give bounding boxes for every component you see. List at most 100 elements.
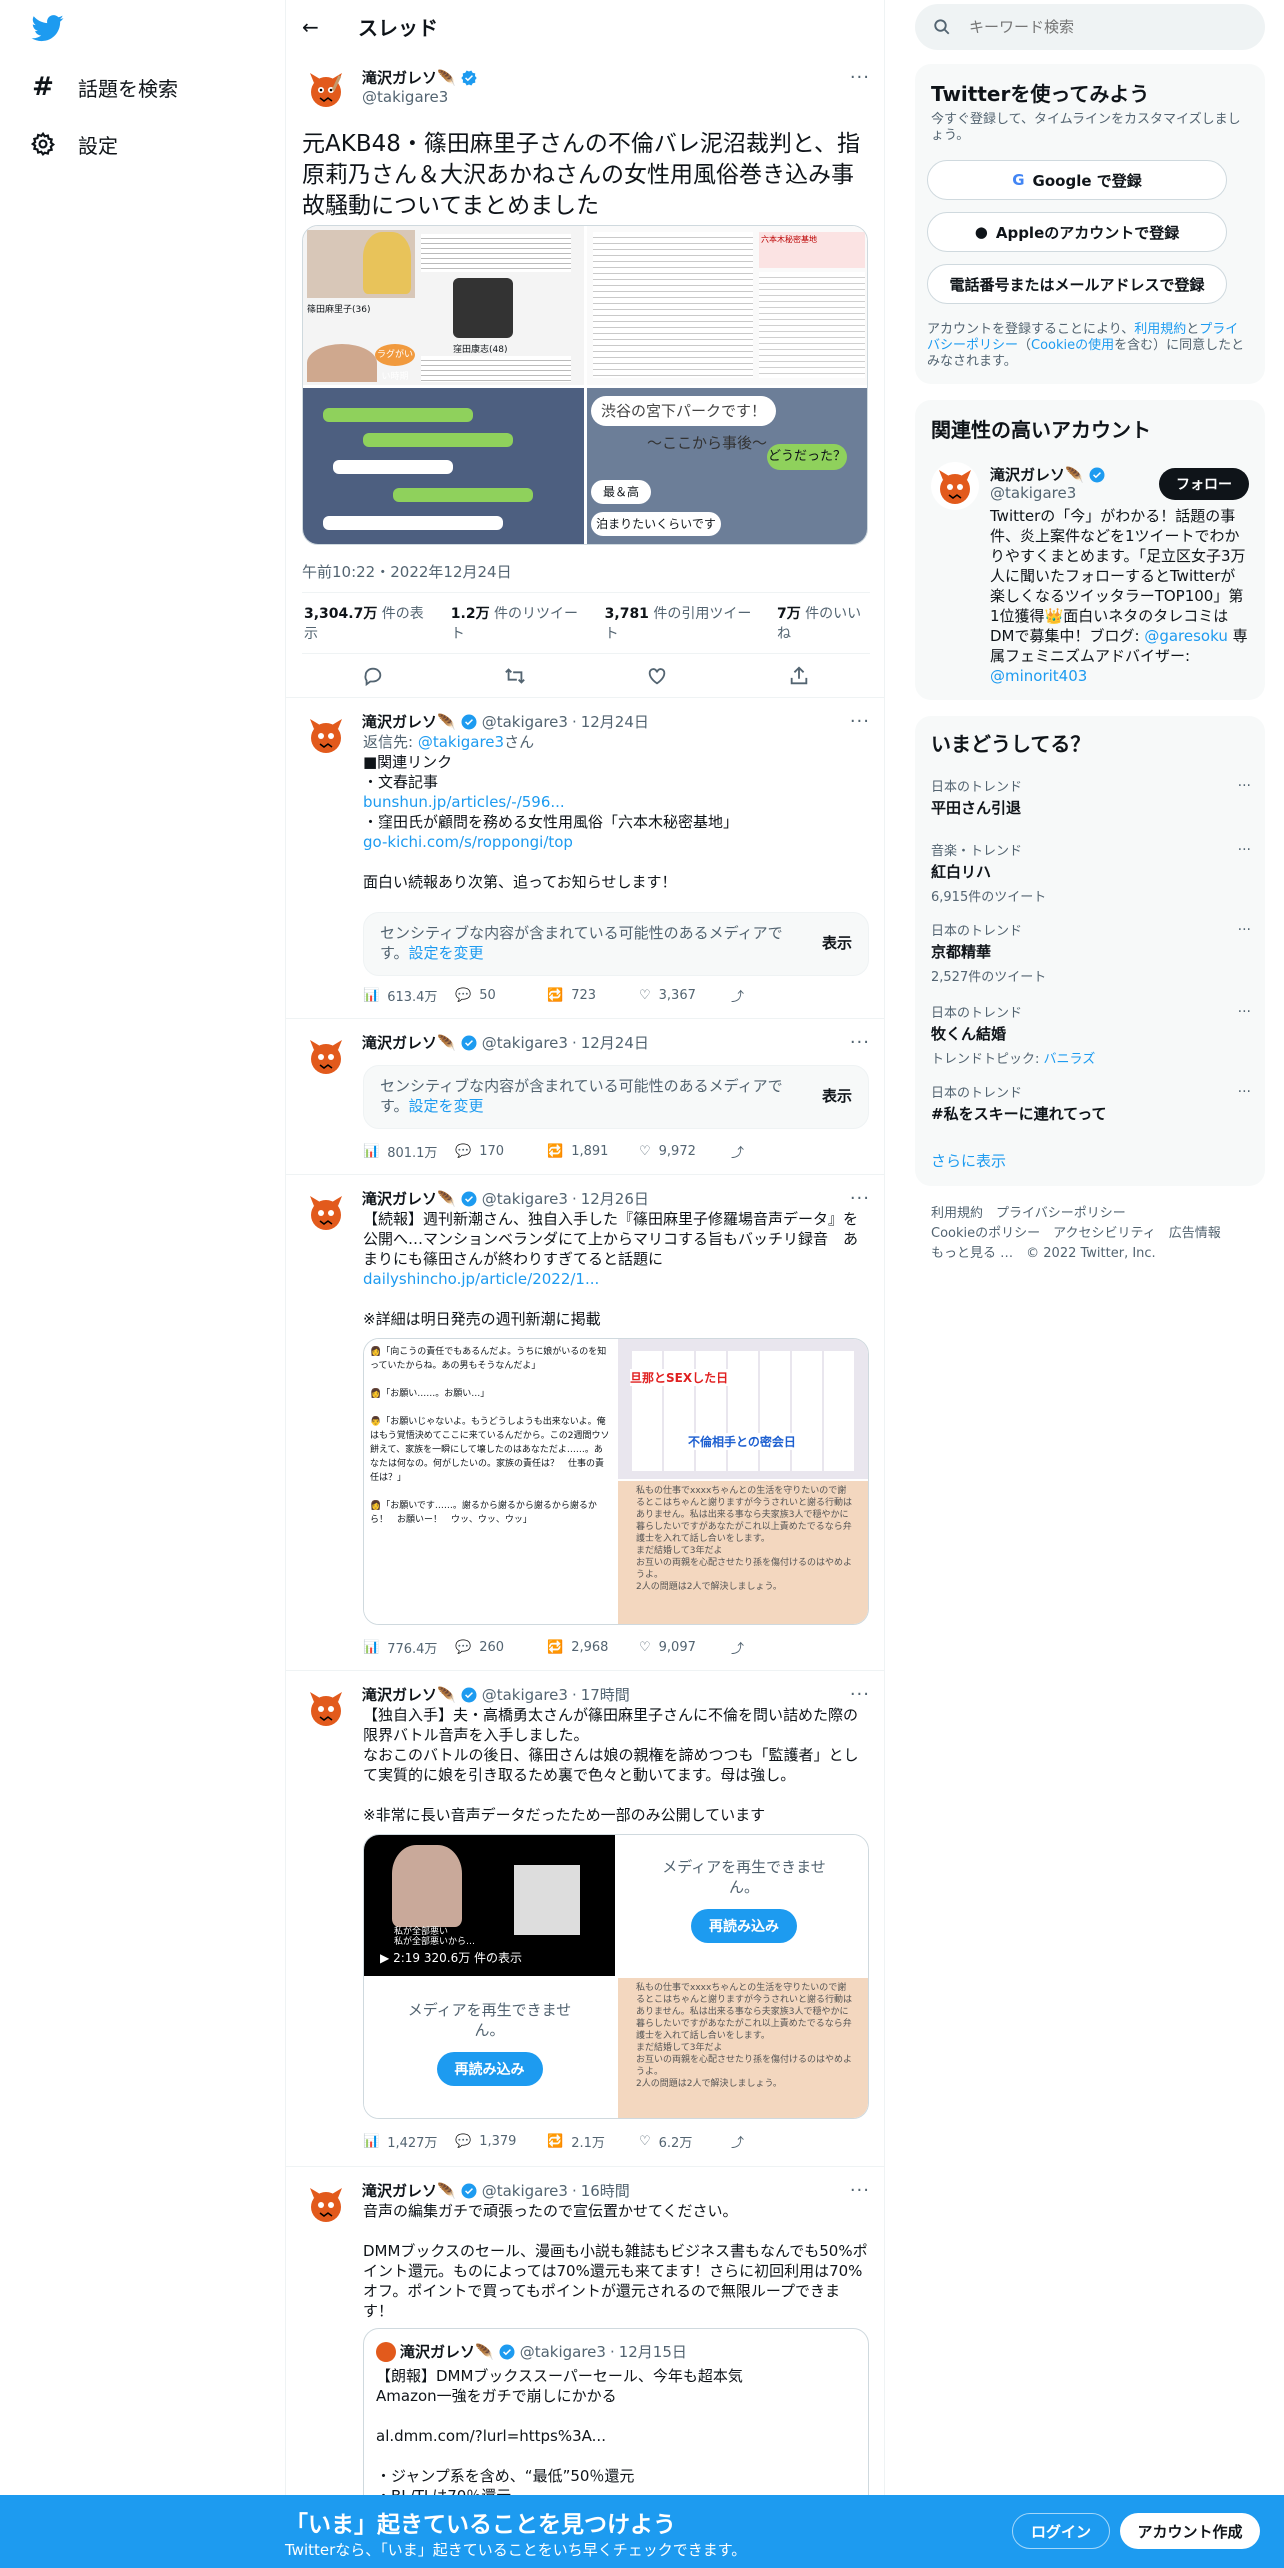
retweet-icon[interactable]: [504, 665, 526, 687]
nav-settings[interactable]: 設定: [30, 122, 118, 166]
views-stat[interactable]: 📊 801.1万: [363, 1142, 455, 1161]
twitter-bird-icon[interactable]: [30, 12, 66, 44]
reply-button[interactable]: 💬 1,379: [455, 2134, 547, 2149]
share-button[interactable]: ⤴: [731, 1638, 823, 1657]
follow-button[interactable]: フォロー: [1159, 468, 1249, 500]
more-options-icon[interactable]: ···: [850, 67, 870, 88]
reply-name-line[interactable]: 滝沢ガレソ🪶 @takigare3 · 16時間: [362, 2180, 630, 2201]
stat-views[interactable]: 3,304.7万 件の表示: [304, 603, 431, 643]
change-settings-link[interactable]: 設定を変更: [409, 1097, 484, 1115]
more-options-icon[interactable]: ···: [1238, 1004, 1251, 1020]
nav-explore[interactable]: # 話題を検索: [30, 65, 178, 109]
footer-privacy[interactable]: プライバシーポリシー: [996, 1206, 1126, 1221]
reload-button[interactable]: 再読み込み: [691, 1909, 797, 1943]
reply-name-line[interactable]: 滝沢ガレソ🪶 @takigare3 · 12月26日: [362, 1188, 649, 1209]
share-button[interactable]: ⤴: [731, 1142, 823, 1161]
related-name[interactable]: 滝沢ガレソ🪶: [990, 464, 1106, 485]
media-message-image[interactable]: 私もの仕事でxxxxちゃんとの生活を守りたいので謝るとこはちゃんと謝りますが今う…: [618, 1481, 868, 1624]
bio-link-minorit[interactable]: @minorit403: [990, 667, 1087, 685]
retweet-button[interactable]: 🔁 2,968: [547, 1640, 639, 1655]
dailyshincho-link[interactable]: dailyshincho.jp/article/2022/1...: [363, 1270, 599, 1288]
change-settings-link[interactable]: 設定を変更: [409, 944, 484, 962]
stat-quotes[interactable]: 3,781 件の引用ツイート: [605, 603, 757, 643]
media-image-3[interactable]: [303, 388, 584, 544]
tweet-media-grid[interactable]: ラグがいい時期 篠田麻里子(36) 窪田康志(48) 六本木秘密基地 渋谷の宮下…: [302, 225, 868, 545]
more-options-icon[interactable]: ···: [850, 1684, 870, 1705]
footer-more[interactable]: もっと見る …: [931, 1246, 1013, 1261]
more-options-icon[interactable]: ···: [850, 1032, 870, 1053]
media-transcript-image[interactable]: 👩「向こうの責任でもあるんだよ。うちに娘がいるのを知っていたからね。あの男もそう…: [364, 1339, 616, 1624]
show-more-trends-link[interactable]: さらに表示: [931, 1150, 1006, 1171]
login-button[interactable]: ログイン: [1012, 2513, 1110, 2549]
retweet-button[interactable]: 🔁 1,891: [547, 1144, 639, 1159]
more-options-icon[interactable]: ···: [1238, 778, 1251, 794]
reply-media-grid[interactable]: 私が全部悪い 私が全部悪いから… ▶ 2:19 320.6万 件の表示 メディア…: [363, 1834, 869, 2119]
like-icon[interactable]: [646, 665, 668, 687]
more-options-icon[interactable]: ···: [850, 711, 870, 732]
bio-link-garesoku[interactable]: @garesoku: [1144, 627, 1228, 645]
avatar[interactable]: [302, 1684, 350, 1732]
apple-signup-button[interactable]: ● Appleのアカウントで登録: [927, 212, 1227, 252]
trend-item[interactable]: 音楽・トレンド 紅白リハ 6,915件のツイート ···: [931, 840, 1251, 905]
search-box[interactable]: [915, 4, 1265, 50]
author-name-line[interactable]: 滝沢ガレソ🪶: [362, 67, 478, 88]
trend-topic-link[interactable]: バニラズ: [1044, 1052, 1096, 1067]
share-icon[interactable]: [788, 665, 810, 687]
reply-media-grid[interactable]: 👩「向こうの責任でもあるんだよ。うちに娘がいるのを知っていたからね。あの男もそう…: [363, 1338, 869, 1625]
trend-item[interactable]: 日本のトレンド #私をスキーに連れてって ···: [931, 1082, 1251, 1124]
views-stat[interactable]: 📊 776.4万: [363, 1638, 455, 1657]
related-handle[interactable]: @takigare3: [990, 484, 1076, 502]
media-message-image[interactable]: 私もの仕事でxxxxちゃんとの生活を守りたいので謝るとこはちゃんと謝りますが今う…: [618, 1978, 868, 2118]
reply-to-link[interactable]: @takigare3: [418, 733, 504, 751]
reply-tweet-1[interactable]: 滝沢ガレソ🪶 @takigare3 · 12月24日 ··· 返信先: @takig…: [286, 699, 884, 1019]
reply-icon[interactable]: [362, 665, 384, 687]
show-media-button[interactable]: 表示: [822, 1086, 852, 1106]
create-account-button[interactable]: アカウント作成: [1120, 2513, 1260, 2549]
phone-signup-button[interactable]: 電話番号またはメールアドレスで登録: [927, 264, 1227, 304]
cookie-link[interactable]: Cookieの使用: [1031, 338, 1114, 353]
trend-item[interactable]: 日本のトレンド 京都精華 2,527件のツイート ···: [931, 920, 1251, 985]
retweet-button[interactable]: 🔁 2.1万: [547, 2132, 639, 2151]
media-image-2[interactable]: 六本木秘密基地: [587, 226, 867, 385]
avatar[interactable]: [302, 2180, 350, 2228]
like-button[interactable]: ♡ 3,367: [639, 988, 731, 1003]
stat-retweets[interactable]: 1.2万 件のリツイート: [451, 603, 585, 643]
footer-accessibility[interactable]: アクセシビリティ: [1053, 1226, 1156, 1241]
show-media-button[interactable]: 表示: [822, 933, 852, 953]
reply-tweet-2[interactable]: 滝沢ガレソ🪶 @takigare3 · 12月24日 ··· センシティブな内容が含…: [286, 1020, 884, 1175]
avatar[interactable]: [931, 462, 979, 510]
trend-item[interactable]: 日本のトレンド 牧くん結婚 トレンドトピック: バニラズ ···: [931, 1002, 1251, 1067]
share-button[interactable]: ⤴: [731, 2132, 823, 2151]
reply-name-line[interactable]: 滝沢ガレソ🪶 @takigare3 · 12月24日: [362, 1032, 649, 1053]
retweet-button[interactable]: 🔁 723: [547, 988, 639, 1003]
reply-name-line[interactable]: 滝沢ガレソ🪶 @takigare3 · 12月24日: [362, 711, 649, 732]
more-options-icon[interactable]: ···: [1238, 922, 1251, 938]
reply-name-line[interactable]: 滝沢ガレソ🪶 @takigare3 · 17時間: [362, 1684, 630, 1705]
avatar[interactable]: [302, 1032, 350, 1080]
stat-likes[interactable]: 7万 件のいいね: [777, 603, 870, 643]
gokichi-link[interactable]: go-kichi.com/s/roppongi/top: [363, 833, 573, 851]
like-button[interactable]: ♡ 9,972: [639, 1144, 731, 1159]
reply-button[interactable]: 💬 260: [455, 1640, 547, 1655]
bunshun-link[interactable]: bunshun.jp/articles/-/596...: [363, 793, 565, 811]
share-button[interactable]: ⤴: [731, 986, 823, 1005]
like-button[interactable]: ♡ 6.2万: [639, 2132, 731, 2151]
reply-tweet-4[interactable]: 滝沢ガレソ🪶 @takigare3 · 17時間 ··· 【独自入手】夫・高橋勇太さ…: [286, 1672, 884, 2167]
footer-ads[interactable]: 広告情報: [1169, 1226, 1221, 1241]
reload-button[interactable]: 再読み込み: [436, 2052, 543, 2086]
tweet-timestamp[interactable]: 午前10:22・2022年12月24日: [302, 561, 512, 582]
avatar[interactable]: [302, 1188, 350, 1236]
more-options-icon[interactable]: ···: [1238, 1084, 1251, 1100]
media-calendar-image[interactable]: 旦那とSEXした日 不倫相手との密会日: [618, 1339, 868, 1479]
avatar[interactable]: [302, 711, 350, 759]
reply-button[interactable]: 💬 170: [455, 1144, 547, 1159]
media-image-4[interactable]: 渋谷の宮下パークです！ 〜ここから事後〜 どうだった？ 最＆高 泊まりたいくらい…: [587, 388, 867, 544]
footer-terms[interactable]: 利用規約: [931, 1206, 983, 1221]
terms-link[interactable]: 利用規約: [1134, 322, 1186, 337]
views-stat[interactable]: 📊 1,427万: [363, 2132, 455, 2151]
more-options-icon[interactable]: ···: [1238, 842, 1251, 858]
author-handle[interactable]: @takigare3: [362, 88, 448, 106]
reply-button[interactable]: 💬 50: [455, 988, 547, 1003]
more-options-icon[interactable]: ···: [850, 2180, 870, 2201]
search-input[interactable]: [969, 18, 1229, 36]
